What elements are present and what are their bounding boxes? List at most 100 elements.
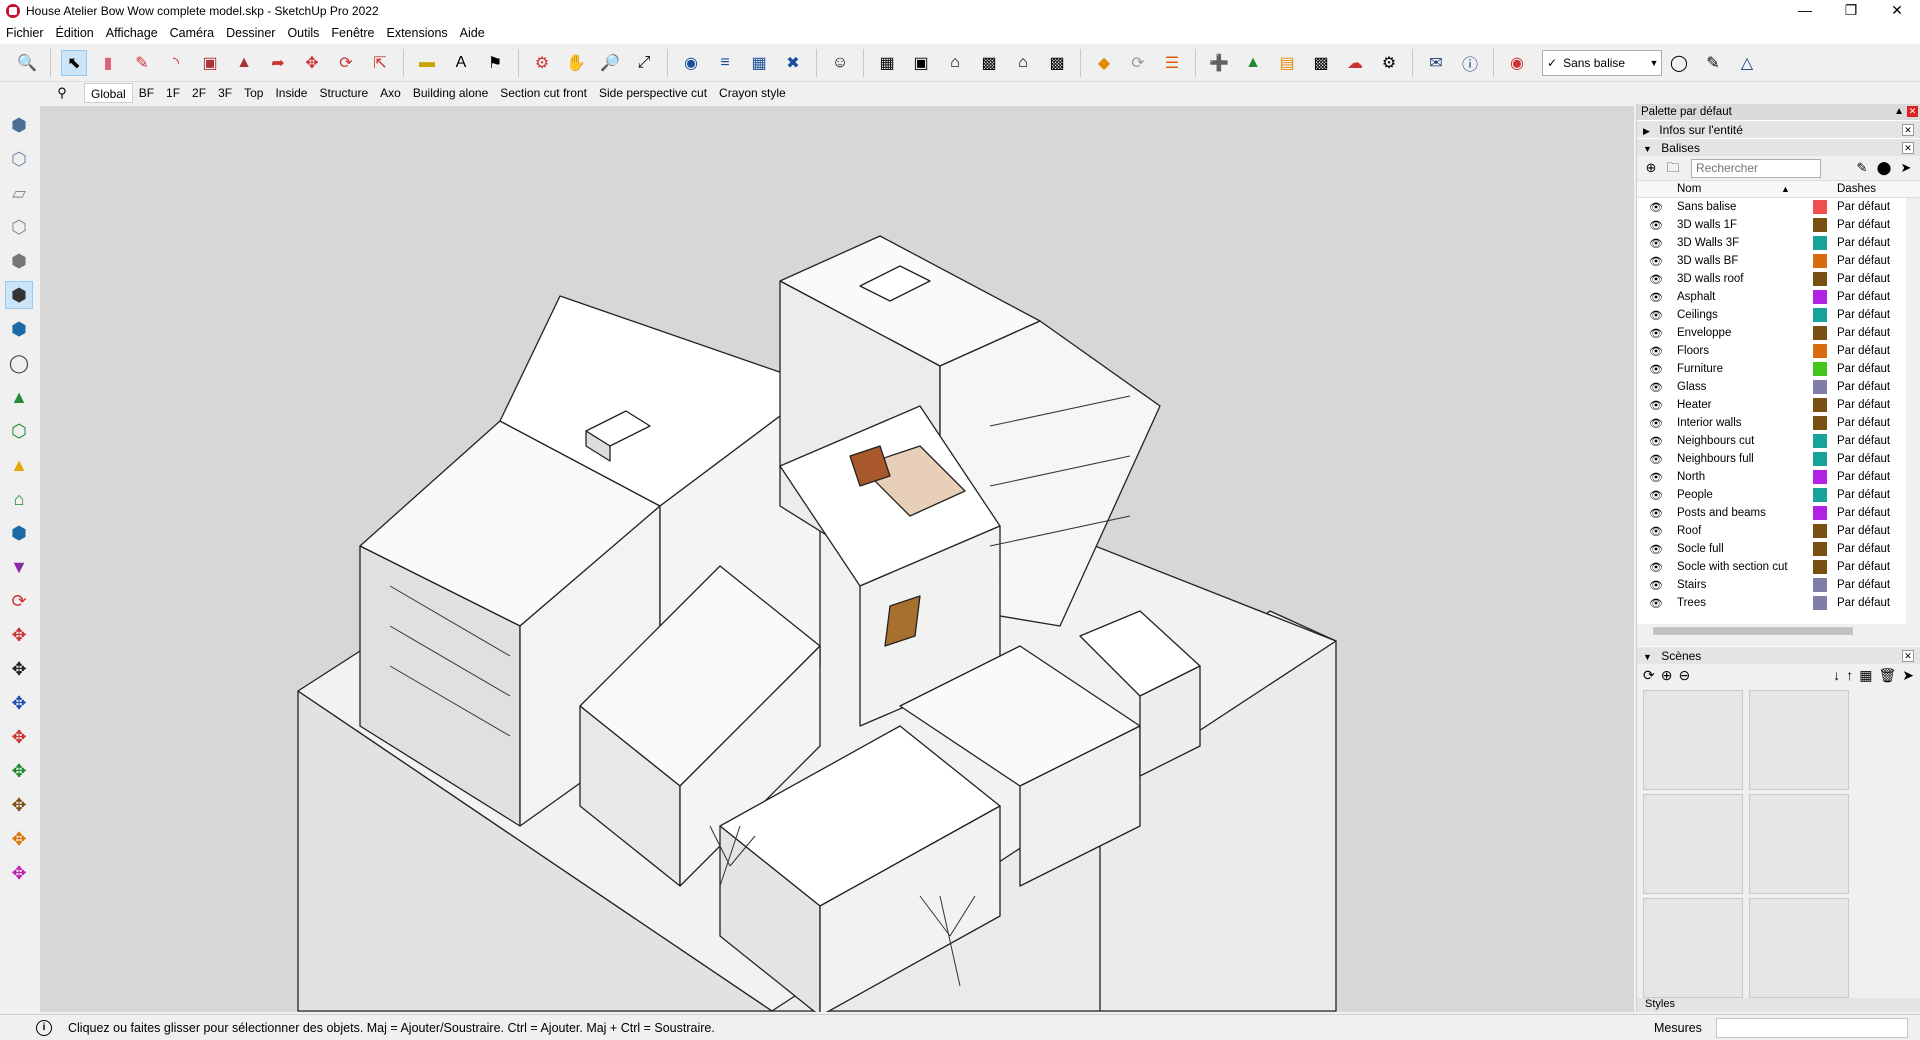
scene-tab-3f[interactable]: 3F	[212, 83, 238, 103]
scene-details-arrow-icon[interactable]: ➤	[1902, 667, 1914, 684]
tag-row[interactable]: 👁 Socle full Par défaut	[1637, 540, 1920, 558]
profile-icon[interactable]: ◉	[1504, 50, 1530, 76]
eye-icon[interactable]: 👁	[1649, 471, 1663, 484]
menu-fenetre[interactable]: Fenêtre	[325, 26, 380, 40]
tag-dashes[interactable]: Par défaut	[1837, 435, 1901, 447]
shaded-icon[interactable]: ⬢	[5, 247, 33, 275]
close-entity-info-icon[interactable]: ✕	[1902, 124, 1914, 136]
tag-color-swatch[interactable]	[1813, 326, 1827, 340]
refresh-icon[interactable]: ⟳	[1125, 50, 1151, 76]
scene-tab-top[interactable]: Top	[238, 83, 269, 103]
monochrome-icon[interactable]: ⬢	[5, 315, 33, 343]
intersect-icon[interactable]: ▲	[5, 383, 33, 411]
rectangle-icon[interactable]: ▣	[197, 50, 223, 76]
tag-row[interactable]: 👁 Trees Par défaut	[1637, 594, 1920, 612]
push-pull-icon[interactable]: ▲	[231, 50, 257, 76]
tag-row[interactable]: 👁 Interior walls Par défaut	[1637, 414, 1920, 432]
axis-magenta-icon[interactable]: ✥	[5, 859, 33, 887]
tag-tool-pencil-icon[interactable]: ✎	[1854, 160, 1870, 176]
tag-color-swatch[interactable]	[1813, 290, 1827, 304]
scene-thumbnail[interactable]	[1643, 794, 1743, 894]
eye-icon[interactable]: 👁	[1649, 417, 1663, 430]
tag-dashes[interactable]: Par défaut	[1837, 255, 1901, 267]
tag-dashes[interactable]: Par défaut	[1837, 219, 1901, 231]
tag-dashes[interactable]: Par défaut	[1837, 273, 1901, 285]
tag-color-swatch[interactable]	[1813, 308, 1827, 322]
tag-color-swatch[interactable]	[1813, 488, 1827, 502]
tag-row[interactable]: 👁 Ceilings Par défaut	[1637, 306, 1920, 324]
scene-tab-2f[interactable]: 2F	[186, 83, 212, 103]
scene-tab-global[interactable]: Global	[84, 83, 133, 103]
measurements-input[interactable]	[1716, 1017, 1908, 1038]
tags-scrollbar[interactable]	[1906, 198, 1920, 624]
eye-icon[interactable]: 👁	[1649, 507, 1663, 520]
tag-row[interactable]: 👁 Roof Par défaut	[1637, 522, 1920, 540]
tag-dashes[interactable]: Par défaut	[1837, 471, 1901, 483]
section-fill-icon[interactable]: ▦	[746, 50, 772, 76]
tag-dashes[interactable]: Par défaut	[1837, 363, 1901, 375]
tag-row[interactable]: 👁 Enveloppe Par défaut	[1637, 324, 1920, 342]
blue-cube-icon[interactable]: ⬢	[5, 519, 33, 547]
add-location-icon[interactable]: ➕	[1206, 50, 1232, 76]
eye-icon[interactable]: 👁	[1649, 219, 1663, 232]
tag-row[interactable]: 👁 North Par défaut	[1637, 468, 1920, 486]
zoom-icon[interactable]: 🔎	[597, 50, 623, 76]
tag-dashes[interactable]: Par défaut	[1837, 543, 1901, 555]
checker-icon[interactable]: ▩	[1308, 50, 1334, 76]
tag-color-swatch[interactable]	[1813, 218, 1827, 232]
info-circle-icon[interactable]: i	[36, 1019, 52, 1036]
scale-icon[interactable]: ⇱	[367, 50, 393, 76]
eye-icon[interactable]: 👁	[1649, 309, 1663, 322]
scene-tab-1f[interactable]: 1F	[160, 83, 186, 103]
update-scene-icon[interactable]: ⟳	[1643, 667, 1655, 684]
restore-button[interactable]: ❐	[1828, 0, 1874, 22]
menu-aide[interactable]: Aide	[454, 26, 491, 40]
tag-color-swatch[interactable]	[1813, 542, 1827, 556]
axis-red2-icon[interactable]: ✥	[5, 723, 33, 751]
tag-color-swatch[interactable]	[1813, 452, 1827, 466]
follow-me-icon[interactable]: ➦	[265, 50, 291, 76]
scene-thumbnail[interactable]	[1643, 898, 1743, 998]
tag-paint-icon[interactable]: ✎	[1700, 50, 1726, 76]
eye-icon[interactable]: 👁	[1649, 543, 1663, 556]
move-scene-down-icon[interactable]: ↓	[1833, 667, 1840, 684]
eye-icon[interactable]: 👁	[1649, 201, 1663, 214]
eye-icon[interactable]: 👁	[1649, 579, 1663, 592]
tag-dashes[interactable]: Par défaut	[1837, 345, 1901, 357]
paint-bucket-icon[interactable]: ⚑	[482, 50, 508, 76]
tag-row[interactable]: 👁 Socle with section cut Par défaut	[1637, 558, 1920, 576]
eye-icon[interactable]: 👁	[1649, 291, 1663, 304]
styles-header[interactable]: Styles	[1637, 998, 1920, 1012]
tag-dashes[interactable]: Par défaut	[1837, 291, 1901, 303]
tag-row[interactable]: 👁 Furniture Par défaut	[1637, 360, 1920, 378]
tag-dashes[interactable]: Par défaut	[1837, 309, 1901, 321]
tag-row[interactable]: 👁 Asphalt Par défaut	[1637, 288, 1920, 306]
tag-dashes[interactable]: Par défaut	[1837, 561, 1901, 573]
arc-icon[interactable]: ◝	[163, 50, 189, 76]
tag-color-swatch[interactable]	[1813, 272, 1827, 286]
purple-funnel-icon[interactable]: ▼	[5, 553, 33, 581]
tag-dashes[interactable]: Par défaut	[1837, 417, 1901, 429]
close-tray-icon[interactable]: ✕	[1907, 106, 1918, 117]
tag-dashes[interactable]: Par défaut	[1837, 399, 1901, 411]
iso-wire-icon[interactable]: ⬡	[5, 145, 33, 173]
tag-dashes[interactable]: Par défaut	[1837, 381, 1901, 393]
eye-icon[interactable]: 👁	[1649, 363, 1663, 376]
tag-row[interactable]: 👁 Neighbours full Par défaut	[1637, 450, 1920, 468]
axis-green-icon[interactable]: ✥	[5, 757, 33, 785]
tag-row[interactable]: 👁 People Par défaut	[1637, 486, 1920, 504]
line-pencil-icon[interactable]: ✎	[129, 50, 155, 76]
model-viewport[interactable]	[40, 106, 1634, 1012]
iso-cube-icon[interactable]: ⬢	[5, 111, 33, 139]
eye-icon[interactable]: 👁	[1649, 255, 1663, 268]
scene-tab-structure[interactable]: Structure	[313, 83, 374, 103]
scenes-header[interactable]: ▼ Scènes ✕	[1637, 646, 1920, 664]
close-window-button[interactable]: ✕	[1874, 0, 1920, 22]
scene-tab-inside[interactable]: Inside	[269, 83, 313, 103]
scene-tab-side-perspective-cut[interactable]: Side perspective cut	[593, 83, 713, 103]
menu-camera[interactable]: Caméra	[164, 26, 220, 40]
eye-icon[interactable]: 👁	[1649, 399, 1663, 412]
eye-icon[interactable]: 👁	[1649, 561, 1663, 574]
magnifier-icon[interactable]: ⚲	[40, 85, 84, 101]
cloud-upload-icon[interactable]: ☁	[1342, 50, 1368, 76]
